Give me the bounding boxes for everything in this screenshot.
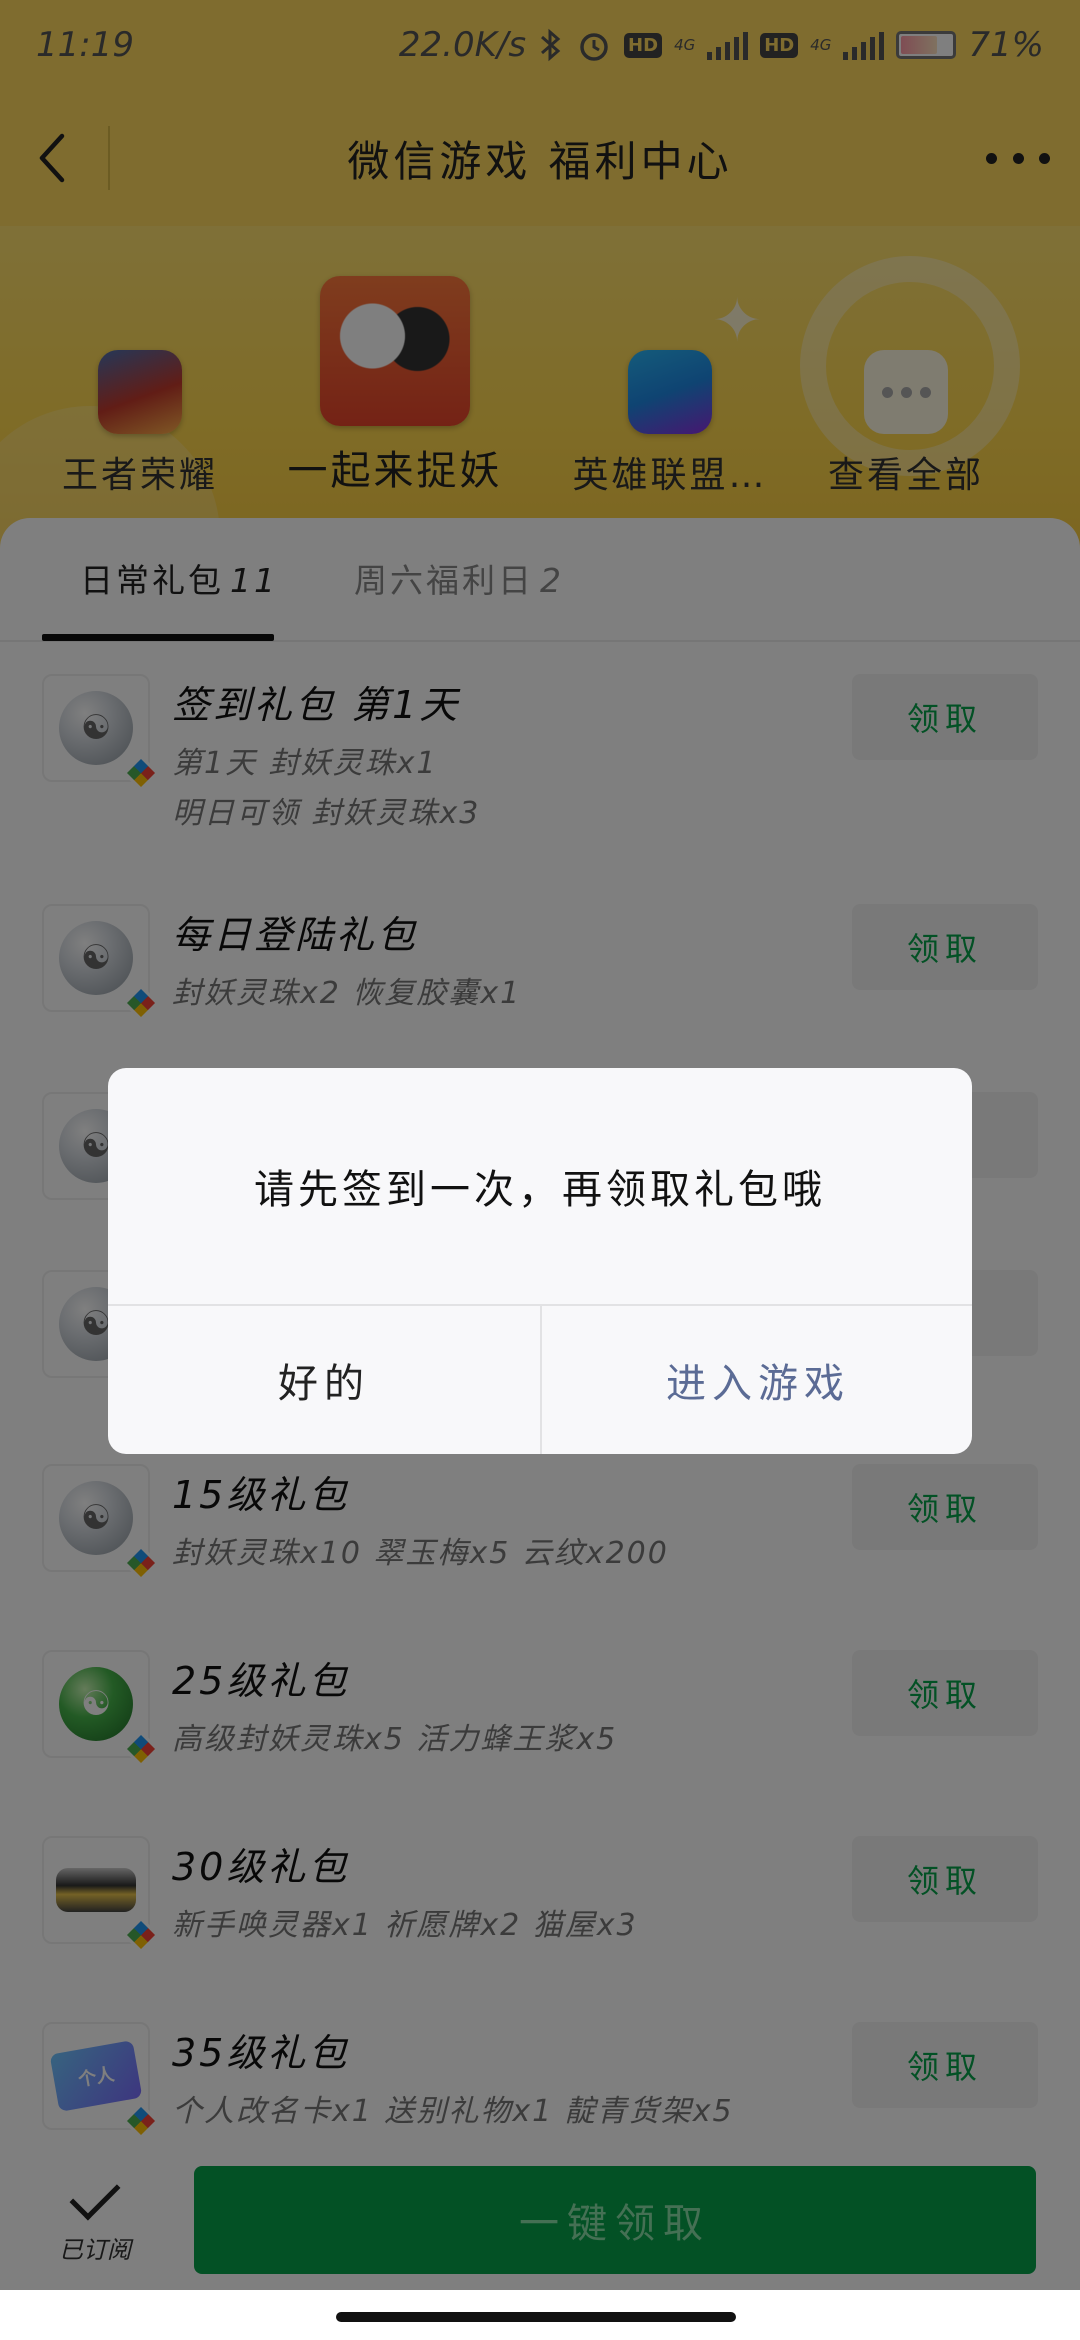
dialog-message: 请先签到一次，再领取礼包哦	[254, 1167, 826, 1213]
dialog-ok-button[interactable]: 好的	[108, 1306, 540, 1454]
gesture-bar	[0, 2290, 1080, 2340]
home-indicator[interactable]	[336, 2312, 736, 2322]
enter-game-button[interactable]: 进入游戏	[542, 1306, 972, 1454]
signin-required-dialog: 请先签到一次，再领取礼包哦 好的 进入游戏	[108, 1068, 972, 1454]
